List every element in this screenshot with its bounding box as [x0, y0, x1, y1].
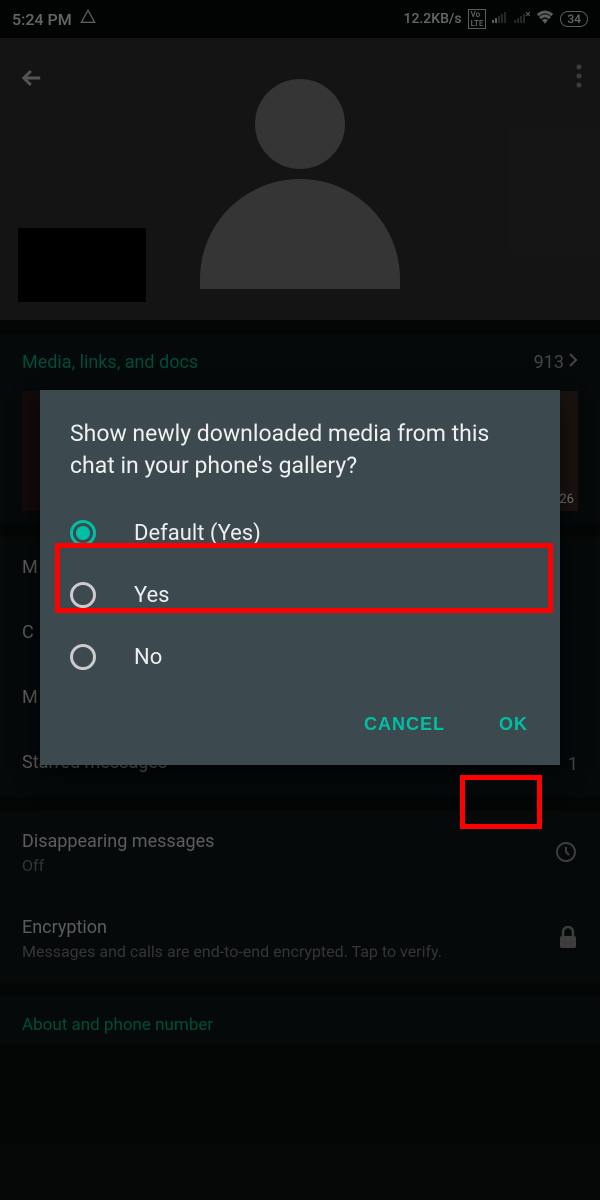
cancel-button[interactable]: CANCEL — [352, 706, 457, 743]
ok-button[interactable]: OK — [487, 706, 540, 743]
radio-unselected-icon — [70, 582, 96, 608]
radio-unselected-icon — [70, 644, 96, 670]
radio-selected-icon — [70, 520, 96, 546]
radio-option-yes[interactable]: Yes — [40, 564, 560, 626]
dialog-overlay: Show newly downloaded media from this ch… — [0, 0, 600, 1200]
radio-label: Yes — [134, 583, 170, 608]
radio-label: Default (Yes) — [134, 521, 261, 546]
radio-option-default[interactable]: Default (Yes) — [40, 502, 560, 564]
radio-label: No — [134, 645, 162, 670]
radio-option-no[interactable]: No — [40, 626, 560, 688]
media-visibility-dialog: Show newly downloaded media from this ch… — [40, 390, 560, 765]
dialog-title: Show newly downloaded media from this ch… — [40, 418, 560, 502]
